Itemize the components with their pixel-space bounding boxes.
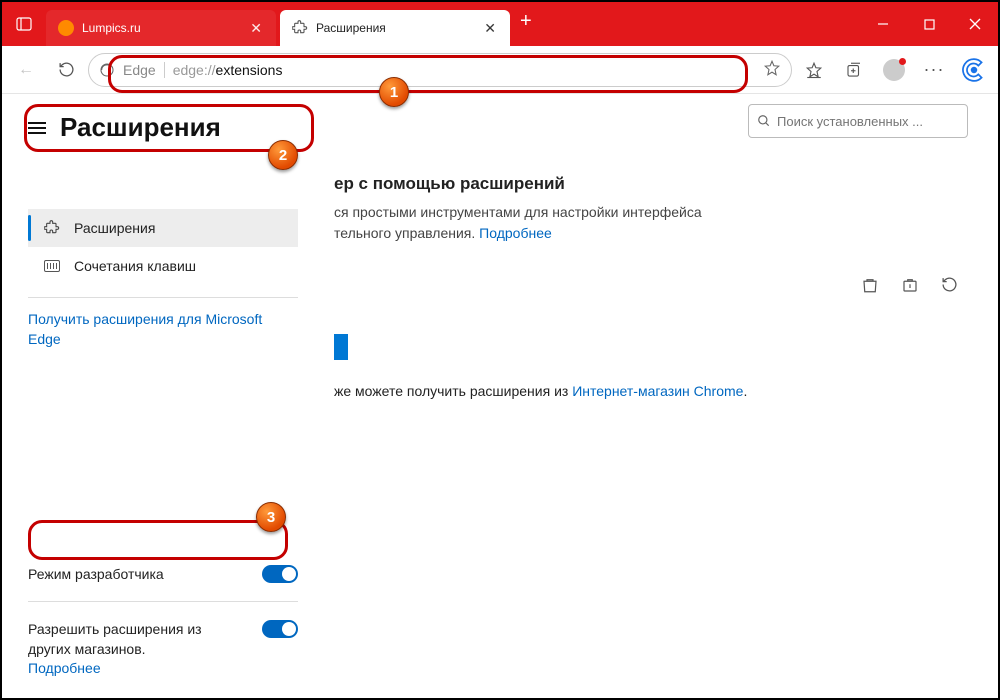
edge-logo-icon: [99, 62, 115, 78]
tab-title: Расширения: [316, 21, 472, 35]
content-description: ся простыми инструментами для настройки …: [334, 202, 794, 244]
menu-button[interactable]: ···: [916, 52, 952, 88]
sidebar-item-extensions[interactable]: Расширения: [28, 209, 298, 247]
callout-badge-3: 3: [256, 502, 286, 532]
hamburger-button[interactable]: [28, 122, 46, 134]
minimize-button[interactable]: [860, 2, 906, 46]
address-protocol: Edge: [123, 62, 165, 78]
sidebar-item-label: Сочетания клавиш: [74, 258, 196, 274]
dev-mode-toggle[interactable]: [262, 565, 298, 583]
collections-button[interactable]: [836, 52, 872, 88]
keyboard-icon: [44, 260, 60, 272]
address-url: edge://extensions: [173, 62, 283, 78]
other-stores-label: Разрешить расширения из других магазинов…: [28, 621, 202, 657]
close-window-button[interactable]: [952, 2, 998, 46]
divider: [28, 601, 298, 602]
get-extensions-link[interactable]: Получить расширения для Microsoft Edge: [28, 311, 262, 347]
page-title: Расширения: [60, 112, 221, 143]
close-tab-button[interactable]: ✕: [246, 18, 266, 39]
divider: [28, 297, 298, 298]
refresh-button[interactable]: [48, 52, 84, 88]
tab-lumpics[interactable]: Lumpics.ru ✕: [46, 10, 276, 46]
dev-mode-label: Режим разработчика: [28, 566, 164, 582]
chrome-store-link[interactable]: Интернет-магазин Chrome: [572, 383, 743, 399]
other-stores-toggle[interactable]: [262, 620, 298, 638]
search-icon: [757, 114, 771, 128]
callout-badge-2: 2: [268, 140, 298, 170]
sidebar-item-label: Расширения: [74, 220, 155, 236]
maximize-button[interactable]: [906, 2, 952, 46]
profile-button[interactable]: [876, 52, 912, 88]
content-area: ер с помощью расширений ся простыми инст…: [324, 94, 998, 698]
content-heading: ер с помощью расширений: [334, 174, 978, 194]
address-bar[interactable]: Edge edge://extensions: [88, 53, 792, 87]
favorites-button[interactable]: [796, 52, 832, 88]
favicon-lumpics: [58, 20, 74, 36]
chrome-store-note: же можете получить расширения из Интерне…: [334, 382, 978, 402]
puzzle-icon: [44, 220, 60, 236]
tab-title: Lumpics.ru: [82, 21, 238, 35]
tab-extensions[interactable]: Расширения ✕: [280, 10, 510, 46]
favicon-extensions: [292, 20, 308, 36]
callout-badge-1: 1: [379, 77, 409, 107]
back-button[interactable]: ←: [8, 52, 44, 88]
pack-extension-button[interactable]: [901, 276, 919, 297]
reload-extensions-button[interactable]: [941, 276, 958, 297]
close-tab-button[interactable]: ✕: [480, 18, 500, 39]
sidebar-item-shortcuts[interactable]: Сочетания клавиш: [28, 247, 298, 285]
learn-more-link[interactable]: Подробнее: [479, 225, 552, 241]
bing-button[interactable]: [956, 52, 992, 88]
tab-actions-button[interactable]: [2, 2, 46, 46]
search-field[interactable]: [777, 114, 959, 129]
primary-action-fragment[interactable]: [334, 334, 348, 360]
sidebar: Расширения Расширения Сочетания клавиш П…: [2, 94, 324, 698]
favorite-page-button[interactable]: [763, 59, 781, 80]
learn-more-link[interactable]: Подробнее: [28, 660, 101, 676]
load-unpacked-button[interactable]: [861, 276, 879, 297]
new-tab-button[interactable]: +: [510, 10, 542, 39]
search-extensions-input[interactable]: [748, 104, 968, 138]
